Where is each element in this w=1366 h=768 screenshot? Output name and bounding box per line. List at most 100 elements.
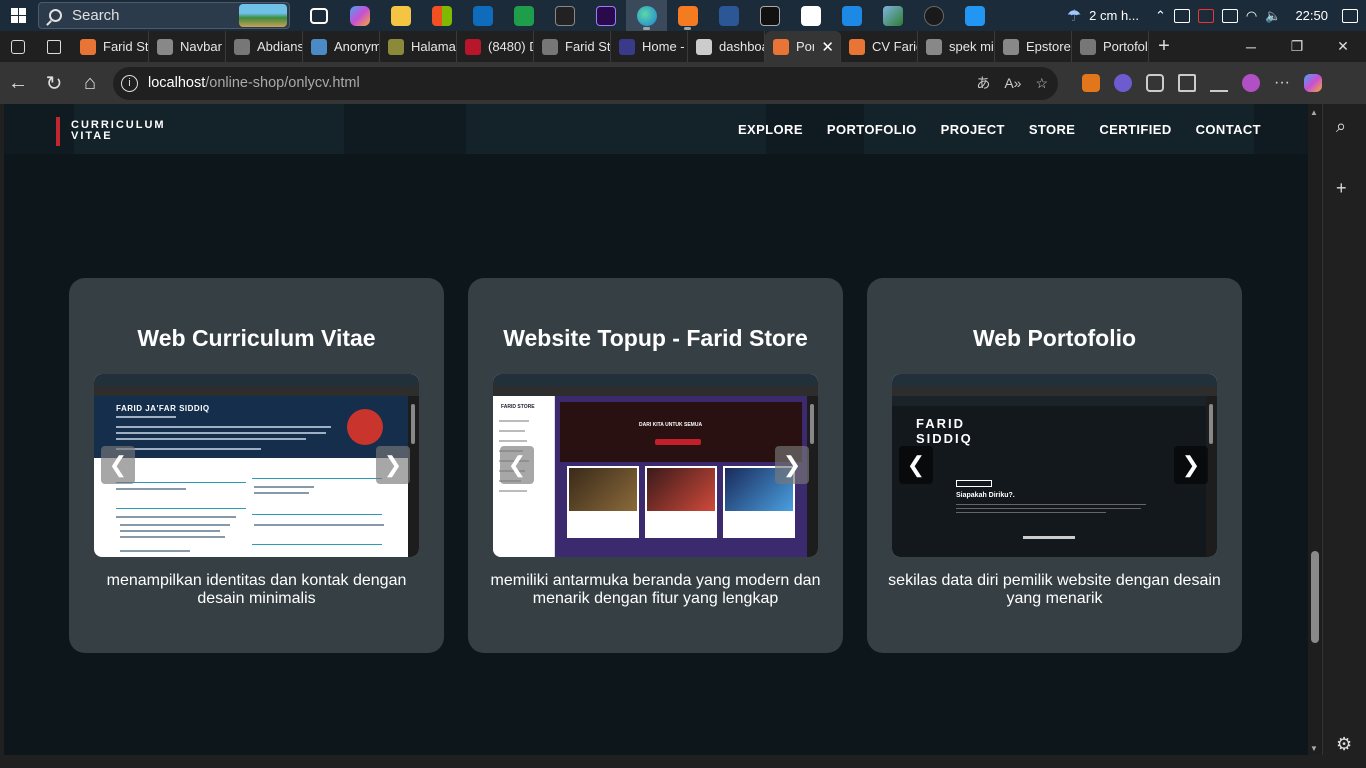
browser-tab[interactable]: (8480) D: [457, 31, 534, 62]
workspaces-icon[interactable]: [0, 31, 36, 62]
address-bar[interactable]: i localhost/online-shop/onlycv.html あ A»…: [113, 66, 1058, 100]
microsoft-store-icon[interactable]: [421, 0, 462, 31]
nav-link-explore[interactable]: EXPLORE: [738, 122, 803, 137]
browser-tab[interactable]: Farid St: [72, 31, 149, 62]
notion-icon[interactable]: [790, 0, 831, 31]
project-card-portfolio: Web Portofolio FARID SIDDIQ Siapakah Dir…: [867, 278, 1242, 653]
favorites-icon[interactable]: [1178, 74, 1196, 92]
cv-screenshot-name: FARID JA'FAR SIDDIQ: [116, 404, 210, 413]
clock-time[interactable]: 22:50: [1295, 8, 1328, 23]
close-window-icon[interactable]: ✕: [1320, 31, 1366, 62]
sidebar-settings-icon[interactable]: ⚙: [1336, 734, 1352, 755]
nav-link-store[interactable]: STORE: [1029, 122, 1076, 137]
carousel-next-button[interactable]: ❯: [1174, 446, 1208, 484]
browser-tab[interactable]: Epstore: [995, 31, 1072, 62]
browser-tab[interactable]: Por ✕: [765, 31, 841, 62]
browser-tab[interactable]: Farid St: [534, 31, 611, 62]
tab-favicon-icon: [542, 38, 558, 55]
xampp-icon[interactable]: [667, 0, 708, 31]
new-tab-button[interactable]: +: [1149, 35, 1179, 58]
task-view-icon[interactable]: [298, 0, 339, 31]
scroll-up-icon[interactable]: ▲: [1310, 108, 1318, 117]
project-card-cv: Web Curriculum Vitae FARID JA'FAR SIDDIQ: [69, 278, 444, 653]
back-icon[interactable]: ←: [0, 62, 36, 104]
refresh-icon[interactable]: ↻: [36, 62, 72, 104]
wifi-icon[interactable]: ◠: [1246, 8, 1257, 24]
metamask-extension-icon[interactable]: [1082, 74, 1100, 92]
browser-tab[interactable]: Portofol: [1072, 31, 1149, 62]
chevron-up-icon[interactable]: ⌃: [1155, 8, 1166, 24]
scrollbar-thumb[interactable]: [1311, 551, 1319, 643]
tab-favicon-icon: [696, 38, 712, 55]
downloads-icon[interactable]: [1210, 74, 1228, 92]
edge-browser-icon[interactable]: [626, 0, 667, 31]
tray-app-icon[interactable]: [1173, 8, 1190, 23]
page-scrollbar[interactable]: ▲ ▼: [1308, 104, 1322, 755]
carousel-prev-button[interactable]: ❮: [899, 446, 933, 484]
browser-tab[interactable]: Abdians: [226, 31, 303, 62]
profile-avatar-icon[interactable]: [1242, 74, 1260, 92]
restore-icon[interactable]: ❐: [1274, 31, 1320, 62]
weather-icon[interactable]: ☂: [1067, 6, 1081, 26]
browser-tab[interactable]: Navbar: [149, 31, 226, 62]
url-path: /online-shop/onlycv.html: [205, 75, 360, 91]
carousel-next-button[interactable]: ❯: [775, 446, 809, 484]
close-tab-icon[interactable]: ✕: [821, 38, 840, 56]
browser-tab[interactable]: Home -: [611, 31, 688, 62]
nav-link-certified[interactable]: CERTIFIED: [1099, 122, 1171, 137]
scroll-down-icon[interactable]: ▼: [1310, 744, 1318, 753]
extensions-puzzle-icon[interactable]: [1146, 74, 1164, 92]
chart-app-icon[interactable]: [503, 0, 544, 31]
notification-icon[interactable]: [1342, 8, 1358, 23]
minimize-icon[interactable]: ─: [1228, 31, 1274, 62]
file-explorer-icon[interactable]: [380, 0, 421, 31]
after-effects-icon[interactable]: [585, 0, 626, 31]
browser-tab[interactable]: dashboa: [688, 31, 765, 62]
sidebar-search-icon[interactable]: ⌕: [1336, 116, 1346, 137]
browser-tab[interactable]: Halama: [380, 31, 457, 62]
browser-tab[interactable]: Anonym: [303, 31, 380, 62]
translate-icon[interactable]: あ: [976, 73, 990, 93]
vscode-icon[interactable]: [831, 0, 872, 31]
copilot-app-icon[interactable]: [339, 0, 380, 31]
game-extension-icon[interactable]: [1114, 74, 1132, 92]
volume-icon[interactable]: 🔈: [1265, 8, 1281, 24]
windows-start-icon[interactable]: [0, 0, 36, 31]
card-description: menampilkan identitas dan kontak dengan …: [106, 572, 407, 607]
record-icon[interactable]: [1197, 8, 1214, 23]
sidebar-add-icon[interactable]: +: [1336, 178, 1347, 199]
linux-tux-icon[interactable]: [544, 0, 585, 31]
browser-tab[interactable]: CV Farid: [841, 31, 918, 62]
search-highlight-icon: [239, 4, 287, 27]
nav-link-portofolio[interactable]: PORTOFOLIO: [827, 122, 917, 137]
word-icon[interactable]: [708, 0, 749, 31]
battery-icon[interactable]: [1221, 8, 1238, 23]
home-icon[interactable]: ⌂: [72, 62, 108, 104]
more-options-icon[interactable]: ···: [1274, 74, 1290, 92]
copilot-icon[interactable]: [1303, 74, 1322, 92]
outlook-icon[interactable]: [462, 0, 503, 31]
nav-link-project[interactable]: PROJECT: [941, 122, 1005, 137]
card-title: Website Topup - Farid Store: [503, 325, 808, 351]
carousel-prev-button[interactable]: ❮: [500, 446, 534, 484]
image-editor-icon[interactable]: [954, 0, 995, 31]
tab-label: spek mi: [949, 39, 994, 54]
carousel-next-button[interactable]: ❯: [376, 446, 410, 484]
site-info-icon[interactable]: i: [121, 74, 138, 92]
portfolio-question: Siapakah Diriku?.: [956, 492, 1015, 499]
terminal-icon[interactable]: [749, 0, 790, 31]
read-aloud-icon[interactable]: A»: [1004, 75, 1021, 91]
weather-text[interactable]: 2 cm h...: [1089, 8, 1139, 23]
tab-actions-icon[interactable]: [36, 31, 72, 62]
photos-icon[interactable]: [872, 0, 913, 31]
browser-tab[interactable]: spek mi: [918, 31, 995, 62]
browser-tab-strip: Farid St Navbar Abdians Anonym Halama (8480) …: [0, 31, 1366, 62]
carousel-prev-button[interactable]: ❮: [101, 446, 135, 484]
site-brand-logo[interactable]: CURRICULUM VITAE: [56, 117, 166, 146]
fox-app-icon[interactable]: [913, 0, 954, 31]
window-bottom-edge: [0, 755, 1366, 768]
taskbar-search-box[interactable]: Search: [38, 2, 290, 29]
nav-link-contact[interactable]: CONTACT: [1196, 122, 1261, 137]
favorite-star-icon[interactable]: ☆: [1035, 75, 1048, 92]
search-icon: [49, 9, 62, 22]
